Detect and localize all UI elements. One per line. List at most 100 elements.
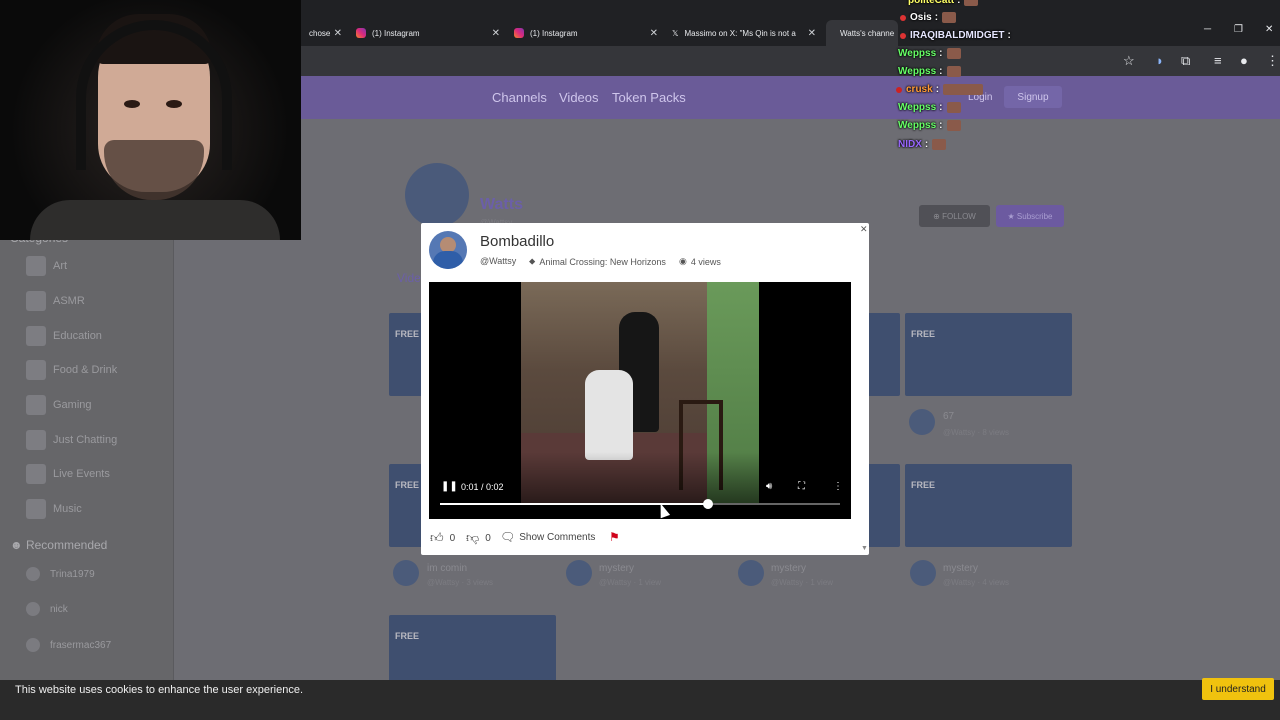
- category-label: Just Chatting: [53, 434, 118, 446]
- follow-button[interactable]: ⊕ FOLLOW: [919, 205, 990, 227]
- card-title[interactable]: mystery: [771, 563, 806, 574]
- category-education[interactable]: Education: [26, 326, 102, 346]
- category-label: ASMR: [53, 295, 85, 307]
- instagram-icon: [514, 28, 524, 38]
- like-count: 0: [449, 532, 456, 544]
- like-button[interactable]: 👍︎ 0: [430, 530, 455, 546]
- eye-icon: ◉: [679, 256, 687, 266]
- close-tab-icon[interactable]: ✕: [334, 28, 342, 39]
- profile-icon[interactable]: ●: [1240, 53, 1248, 68]
- chat-separator: :: [1007, 30, 1011, 41]
- recommended-nick[interactable]: nick: [26, 602, 68, 616]
- category-thumb: [26, 291, 46, 311]
- tab-x-massimo[interactable]: 𝕏 Massimo on X: "Ms Qin is not a ✕: [664, 20, 822, 46]
- uploader-handle[interactable]: @Wattsy: [480, 256, 516, 266]
- chat-separator: :: [939, 48, 943, 59]
- thumbs-up-icon: 👍︎: [430, 530, 444, 545]
- pause-icon[interactable]: ❚❚: [441, 481, 458, 492]
- free-badge: FREE: [911, 329, 936, 339]
- minimize-icon[interactable]: ─: [1204, 24, 1211, 35]
- tab-watts-channel[interactable]: Watts's channe: [826, 20, 898, 46]
- free-badge: FREE: [395, 631, 420, 641]
- extensions-puzzle-icon[interactable]: ⧉: [1181, 53, 1190, 69]
- card-title[interactable]: im comin: [427, 563, 467, 574]
- nav-channels[interactable]: Channels: [492, 90, 547, 105]
- category-music[interactable]: Music: [26, 499, 82, 519]
- card-title[interactable]: 67: [943, 411, 954, 422]
- card-sub: @Wattsy · 1 view: [771, 578, 834, 587]
- tab-chose[interactable]: chose ✕: [301, 20, 348, 46]
- channel-name: Watts: [480, 196, 523, 213]
- category-label: Gaming: [53, 399, 92, 411]
- card-title[interactable]: mystery: [943, 563, 978, 574]
- free-badge: FREE: [395, 329, 420, 339]
- chat-separator: :: [957, 0, 961, 6]
- nav-token-packs[interactable]: Token Packs: [612, 90, 686, 105]
- media-queue-icon[interactable]: ≡: [1214, 53, 1222, 68]
- emote-icon: [932, 139, 947, 150]
- close-tab-icon[interactable]: ✕: [650, 28, 658, 39]
- seek-handle[interactable]: [703, 499, 713, 509]
- show-comments-button[interactable]: 🗨︎ Show Comments: [500, 530, 595, 544]
- video-card[interactable]: FREE: [905, 464, 1072, 547]
- emote-icon: [964, 0, 979, 6]
- extension-audio-icon[interactable]: ◗: [1156, 53, 1164, 68]
- report-flag-icon[interactable]: ⚑: [609, 530, 620, 544]
- chat-user: crusk: [906, 84, 933, 95]
- category-just-chatting[interactable]: Just Chatting: [26, 430, 117, 450]
- category-food-drink[interactable]: Food & Drink: [26, 360, 117, 380]
- bookmark-star-icon[interactable]: ☆: [1123, 53, 1135, 69]
- scene-child: [585, 370, 633, 460]
- headset-icon: [76, 20, 232, 170]
- tab-instagram-1[interactable]: (1) Instagram ✕: [348, 20, 506, 46]
- close-window-icon[interactable]: ✕: [1265, 24, 1273, 35]
- restore-icon[interactable]: ❐: [1234, 24, 1243, 35]
- card-title[interactable]: mystery: [599, 563, 634, 574]
- emote-icon: [943, 84, 984, 95]
- more-options-icon[interactable]: ⋮: [833, 481, 843, 492]
- category-asmr[interactable]: ASMR: [26, 291, 85, 311]
- chat-message: NIDX:: [898, 139, 947, 150]
- category-label: Art: [53, 260, 68, 272]
- cookie-accept-button[interactable]: I understand: [1202, 678, 1274, 700]
- chat-message: Weppss:: [898, 120, 961, 131]
- webcam-overlay: [0, 0, 301, 240]
- uploader-avatar[interactable]: [429, 231, 467, 269]
- category-art[interactable]: Art: [26, 256, 67, 276]
- seek-bar[interactable]: [440, 499, 840, 509]
- chat-separator: :: [924, 139, 929, 150]
- video-card[interactable]: FREE: [905, 313, 1072, 396]
- card-sub: @Wattsy · 4 views: [943, 578, 1010, 587]
- chat-message: Weppss:: [898, 102, 961, 113]
- category-thumb: [26, 395, 46, 415]
- subscribe-button[interactable]: ★ Subscribe: [996, 205, 1064, 227]
- chat-message: crusk:: [896, 84, 984, 95]
- avatar: [26, 638, 40, 652]
- chat-separator: :: [939, 120, 943, 131]
- recommended-name: Trina1979: [50, 568, 95, 580]
- tab-videos[interactable]: Vide: [397, 271, 421, 285]
- subscribe-label: Subscribe: [1016, 211, 1053, 221]
- nav-videos[interactable]: Videos: [559, 90, 599, 105]
- game-tag[interactable]: ⬥ Animal Crossing: New Horizons: [529, 256, 666, 267]
- category-live-events[interactable]: Live Events: [26, 464, 110, 484]
- tab-instagram-2[interactable]: (1) Instagram ✕: [506, 20, 664, 46]
- video-card[interactable]: FREE: [389, 615, 556, 680]
- volume-icon[interactable]: 🔊︎: [766, 481, 772, 492]
- emote-icon: [946, 66, 961, 77]
- category-gaming[interactable]: Gaming: [26, 395, 92, 415]
- scroll-down-icon[interactable]: ▼: [861, 545, 868, 552]
- badge-icon: [900, 14, 906, 21]
- category-label: Education: [53, 330, 102, 342]
- close-modal-icon[interactable]: ✕: [860, 224, 868, 235]
- kebab-menu-icon[interactable]: ⋮: [1266, 53, 1279, 69]
- recommended-frasermac367[interactable]: frasermac367: [26, 638, 111, 652]
- chat-user: Weppss: [898, 120, 937, 131]
- fullscreen-icon[interactable]: ⛶: [798, 481, 805, 492]
- channel-avatar: [405, 163, 469, 227]
- dislike-button[interactable]: 👎︎ 0: [466, 530, 491, 546]
- close-tab-icon[interactable]: ✕: [808, 28, 816, 39]
- close-tab-icon[interactable]: ✕: [492, 28, 500, 39]
- recommended-trina1979[interactable]: Trina1979: [26, 567, 95, 581]
- category-label: Live Events: [53, 468, 110, 480]
